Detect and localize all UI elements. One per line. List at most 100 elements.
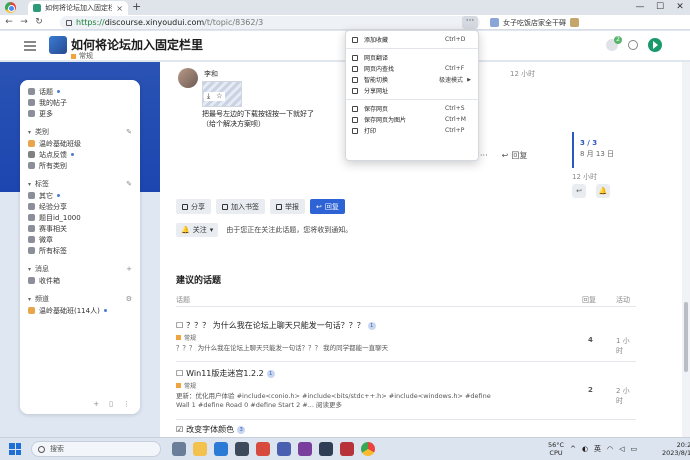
flag-button[interactable]: 举报 [270,199,305,214]
edge-icon[interactable] [214,442,228,456]
sidebar-item-tag[interactable]: 题目id_1000 [28,212,132,223]
checkbox-icon[interactable]: ☐ [176,369,183,378]
suggested-topic-category[interactable]: 常规 [184,381,196,390]
store-icon[interactable] [235,442,249,456]
header-category[interactable]: 常规 [71,51,93,61]
suggested-topic-row[interactable]: ☐？？？ 为什么我在论坛上聊天只能发一句话？？？ 1 常规 ？？？ 为什么我在论坛… [176,320,636,362]
browser-tab[interactable]: 如何将论坛加入固定栏里 - 智 × [28,1,128,15]
hamburger-menu-icon[interactable] [24,41,36,51]
maximize-button[interactable]: ☐ [650,0,670,15]
address-bar[interactable]: https://discourse.xinyoudui.com/t/topic/… [60,16,480,29]
timeline-notify-button[interactable]: 🔔 [596,184,610,198]
bookmark-button[interactable]: 加入书签 [216,199,265,214]
share-button[interactable]: 分享 [176,199,211,214]
settings-icon[interactable]: ⋮ [123,400,130,408]
chat-icon[interactable]: 2 [606,36,622,51]
search-icon[interactable] [628,40,638,50]
browser-icon[interactable] [361,442,375,456]
sidebar-item-category[interactable]: 站点反馈 [28,149,132,160]
browser-more-button[interactable]: ··· [462,16,478,29]
sidebar-item-category[interactable]: 温岭基础班级 [28,138,132,149]
app-icon[interactable] [277,442,291,456]
cpu-temp-widget[interactable]: 56°C CPU [548,441,564,457]
sidebar-item-channel[interactable]: 温岭基础班(114人) [28,305,132,316]
sidebar-item-tag[interactable]: 其它 [28,190,132,201]
back-arrow-icon[interactable]: ← [3,17,15,27]
extension-icon[interactable] [490,18,499,27]
new-tab-button[interactable]: + [132,0,141,13]
sidebar-section-messages[interactable]: ▾ 消息 + [28,263,132,275]
suggested-topic-title[interactable]: Win11版走迷宫1.2.2 [186,368,264,379]
sidebar-item-tag[interactable]: 微章 [28,234,132,245]
taskbar-clock[interactable]: 20:20 2023/8/13 [662,441,690,457]
lock-icon[interactable] [66,19,72,26]
menu-item-translate[interactable]: 网页翻译 [346,52,478,63]
tab-close-icon[interactable]: × [116,4,123,13]
download-icon[interactable]: ⤓ [207,92,210,101]
menu-item-save-page[interactable]: 保存网页 Ctrl+S [346,103,478,114]
app-icon[interactable] [256,442,270,456]
notification-level-dropdown[interactable]: 🔔 关注 ▾ [176,223,219,237]
post-author-avatar[interactable] [178,68,198,88]
suggested-topic-title[interactable]: ？？？ 为什么我在论坛上聊天只能发一句话？？？ [186,320,365,331]
file-explorer-icon[interactable] [193,442,207,456]
app-icon[interactable] [340,442,354,456]
menu-item-smart-switch[interactable]: 智能切换 极速模式 ▶ [346,74,478,85]
suggested-topic-title[interactable]: 改变字体颜色 [186,424,234,435]
suggested-topic-category[interactable]: 常规 [184,333,196,342]
profile-icon[interactable] [570,18,579,27]
edit-pencil-icon[interactable]: ✎ [126,180,132,188]
suggested-topic-activity[interactable]: 2 小时 [616,386,636,406]
timeline-bottom-time[interactable]: 12 小时 [572,172,597,182]
reply-button[interactable]: ↩ 回复 [310,199,345,214]
menu-item-add-favorite[interactable]: 添加收藏 Ctrl+D [346,34,478,45]
scrollbar-thumb[interactable] [684,302,688,372]
post-time[interactable]: 12 小时 [510,69,535,79]
unread-badge[interactable]: 1 [367,321,376,330]
sidebar-item-tag[interactable]: 经验分享 [28,201,132,212]
sidebar-item-all-categories[interactable]: 所有类别 [28,160,132,171]
browser-logo-icon[interactable] [5,2,16,13]
sidebar-item-my-posts[interactable]: 我的帖子 [28,97,132,108]
channel-settings-icon[interactable]: ⚙ [126,295,132,303]
sidebar-item-tag[interactable]: 赛事相关 [28,223,132,234]
add-message-icon[interactable]: + [126,265,132,273]
minimize-button[interactable]: — [630,0,650,15]
edit-pencil-icon[interactable]: ✎ [126,128,132,136]
sidebar-item-inbox[interactable]: 收件箱 [28,275,132,286]
suggested-topic-activity[interactable]: 1 小时 [616,336,636,356]
unread-badge[interactable]: 3 [237,425,246,434]
checkbox-icon[interactable]: ☑ [176,425,183,434]
menu-item-find[interactable]: 网页内查找 Ctrl+F [346,63,478,74]
app-icon[interactable] [298,442,312,456]
post-author[interactable]: 李和 [204,69,218,79]
add-icon[interactable]: + [93,400,99,408]
sidebar-section-categories[interactable]: ▾ 类别 ✎ [28,126,132,138]
menu-item-print[interactable]: 打印 Ctrl+P [346,125,478,136]
suggested-topic-row[interactable]: ☐ Win11版走迷宫1.2.2 1 常规 更新：优化用户体验 #include<c… [176,368,636,420]
page-scrollbar[interactable] [682,62,690,437]
suggested-topic-row[interactable]: ☑ 改变字体颜色 3 [176,424,636,437]
menu-item-save-as-image[interactable]: 保存网页为图片 Ctrl+M [346,114,478,125]
task-view-icon[interactable] [172,442,186,456]
sidebar-section-tags[interactable]: ▾ 标签 ✎ [28,178,132,190]
menu-item-share-url[interactable]: 分享网址 [346,85,478,96]
extension-text[interactable]: 女子吃饭店家全干碍 [503,18,566,28]
antivirus-icon[interactable]: ◐ [582,445,588,453]
chevron-up-icon[interactable]: ^ [570,445,576,453]
taskbar-search[interactable]: 搜索 [31,441,161,457]
star-icon[interactable]: ☆ [216,92,222,101]
volume-icon[interactable]: ◁ [619,445,624,453]
post-more-button[interactable]: ··· [480,151,488,160]
timeline-reply-button[interactable]: ↩ [572,184,586,198]
ime-label[interactable]: 英 [594,444,601,454]
reload-icon[interactable]: ↻ [33,17,45,27]
app-icon[interactable] [319,442,333,456]
wifi-icon[interactable]: ◠ [607,445,613,453]
forward-arrow-icon[interactable]: → [18,17,30,27]
mobile-icon[interactable]: ▯ [109,400,113,408]
checkbox-icon[interactable]: ☐ [176,321,183,330]
close-window-button[interactable]: ✕ [670,0,690,15]
unread-badge[interactable]: 1 [266,369,275,378]
user-avatar[interactable] [648,38,662,52]
